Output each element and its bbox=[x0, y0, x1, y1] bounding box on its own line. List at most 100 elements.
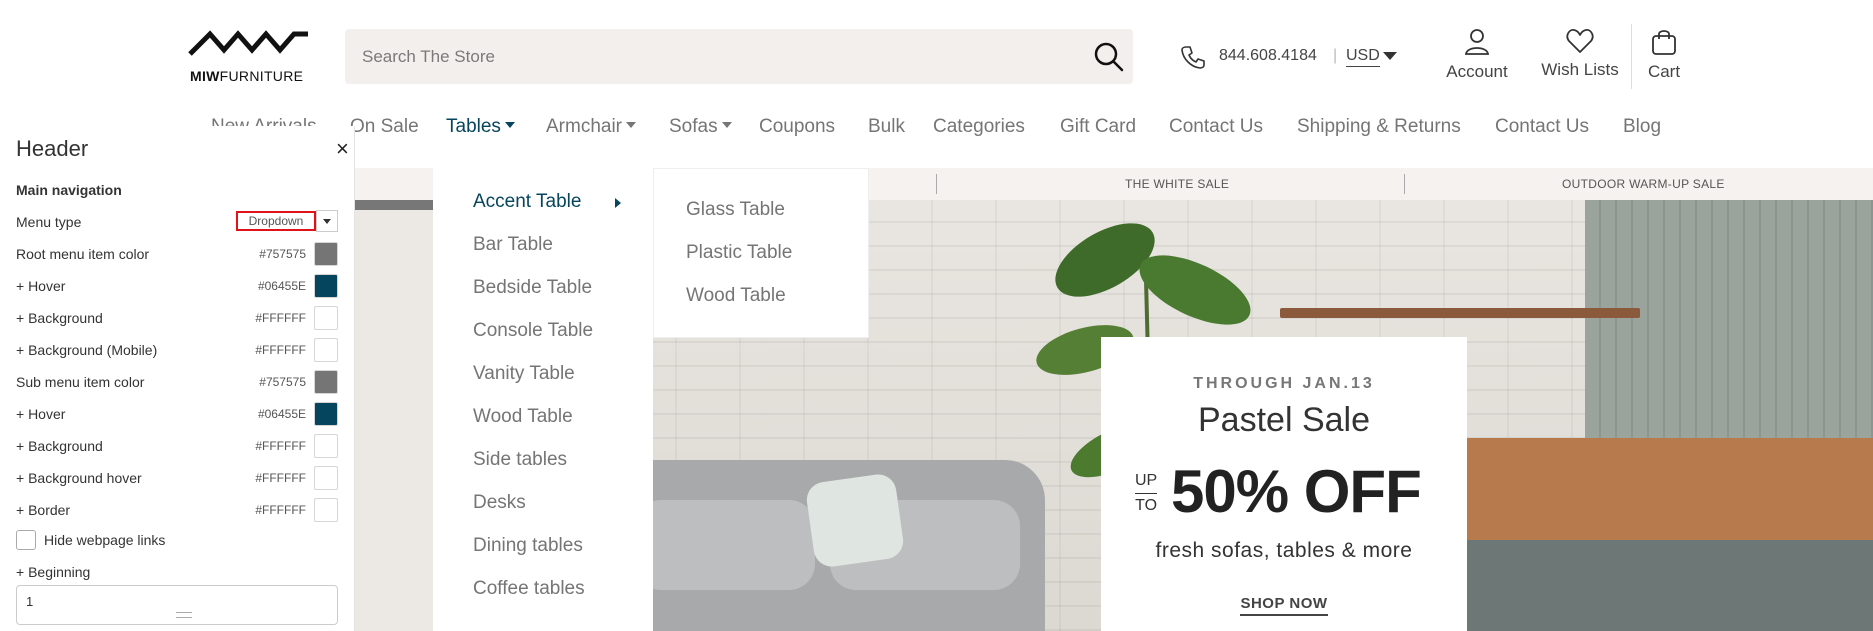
promo-divider bbox=[936, 174, 937, 194]
color-hex: #06455E bbox=[257, 279, 306, 293]
nav-item-categories[interactable]: Categories bbox=[933, 116, 1025, 138]
color-swatch[interactable] bbox=[314, 402, 338, 426]
chevron-down-icon bbox=[504, 121, 515, 128]
cart-divider bbox=[1631, 24, 1632, 89]
account-link[interactable]: Account bbox=[1440, 28, 1514, 82]
beginning-input[interactable]: 1 bbox=[16, 585, 338, 625]
color-row: + Hover #06455E bbox=[16, 402, 338, 426]
bag-icon bbox=[1652, 30, 1676, 55]
shop-now-button[interactable]: SHOP NOW bbox=[1101, 595, 1467, 616]
color-row: + Background (Mobile) #FFFFFF bbox=[16, 338, 338, 362]
dropdown-item-side-tables[interactable]: Side tables bbox=[473, 449, 567, 471]
dropdown-item-desks[interactable]: Desks bbox=[473, 492, 526, 514]
tables-dropdown: Accent Table Bar Table Bedside Table Con… bbox=[433, 168, 653, 631]
dropdown-item-bar-table[interactable]: Bar Table bbox=[473, 234, 553, 256]
nav-item-blog[interactable]: Blog bbox=[1623, 116, 1661, 138]
color-row: + Background hover #FFFFFF bbox=[16, 466, 338, 490]
promo-white-sale[interactable]: THE WHITE SALE bbox=[1125, 177, 1229, 191]
hero-backdrop-trim bbox=[355, 200, 435, 210]
search-icon[interactable] bbox=[1093, 41, 1125, 73]
search-input[interactable]: Search The Store bbox=[362, 47, 495, 67]
beginning-row: + Beginning bbox=[16, 560, 338, 584]
nav-item-sofas[interactable]: Sofas bbox=[669, 116, 732, 138]
dropdown-item-wood-table[interactable]: Wood Table bbox=[473, 406, 573, 428]
color-swatch[interactable] bbox=[314, 434, 338, 458]
color-row-label: + Background bbox=[16, 438, 103, 454]
dropdown-item-coffee-tables[interactable]: Coffee tables bbox=[473, 578, 585, 600]
color-row: + Background #FFFFFF bbox=[16, 306, 338, 330]
dropdown-item-dining-tables[interactable]: Dining tables bbox=[473, 535, 583, 557]
cart-label: Cart bbox=[1647, 62, 1681, 81]
color-swatch[interactable] bbox=[314, 466, 338, 490]
menu-type-select[interactable]: Dropdown bbox=[236, 211, 316, 231]
promo-divider bbox=[1404, 174, 1405, 194]
hero-table bbox=[1465, 540, 1873, 631]
section-heading: Main navigation bbox=[16, 182, 122, 198]
color-row-label: + Hover bbox=[16, 406, 66, 422]
close-icon[interactable]: × bbox=[336, 136, 349, 162]
resize-handle-icon[interactable] bbox=[176, 612, 192, 618]
color-row: + Background #FFFFFF bbox=[16, 434, 338, 458]
color-hex: #757575 bbox=[259, 375, 306, 389]
color-row: + Border #FFFFFF bbox=[16, 498, 338, 522]
color-swatch[interactable] bbox=[314, 498, 338, 522]
menu-type-row: Menu type Dropdown bbox=[16, 210, 338, 234]
color-swatch[interactable] bbox=[314, 242, 338, 266]
menu-type-label: Menu type bbox=[16, 214, 82, 230]
logo-text: MIWFURNITURE bbox=[190, 68, 304, 84]
chevron-down-icon[interactable] bbox=[1383, 52, 1397, 60]
logo-mark-icon bbox=[188, 30, 308, 56]
wishlist-link[interactable]: Wish Lists bbox=[1536, 28, 1624, 80]
dropdown-item-console-table[interactable]: Console Table bbox=[473, 320, 593, 342]
currency-selector[interactable]: USD bbox=[1346, 47, 1380, 67]
theme-editor-panel: Header × Main navigation Menu type Dropd… bbox=[0, 126, 355, 631]
nav-item-contact-us[interactable]: Contact Us bbox=[1169, 116, 1263, 138]
color-row: Sub menu item color #757575 bbox=[16, 370, 338, 394]
color-hex: #06455E bbox=[257, 407, 306, 421]
chevron-down-icon bbox=[721, 121, 732, 128]
nav-item-on-sale[interactable]: On Sale bbox=[350, 116, 419, 138]
color-swatch[interactable] bbox=[314, 338, 338, 362]
hide-links-checkbox[interactable] bbox=[16, 530, 36, 550]
panel-title: Header bbox=[16, 136, 89, 161]
store-logo[interactable]: MIWFURNITURE bbox=[188, 30, 312, 86]
account-icon bbox=[1464, 29, 1490, 55]
color-swatch[interactable] bbox=[314, 306, 338, 330]
color-row-label: Root menu item color bbox=[16, 246, 150, 262]
submenu-item-glass-table[interactable]: Glass Table bbox=[686, 199, 785, 221]
chevron-right-icon bbox=[615, 198, 621, 208]
nav-item-shipping-returns[interactable]: Shipping & Returns bbox=[1297, 116, 1461, 138]
search-bar[interactable]: Search The Store bbox=[345, 29, 1133, 84]
phone-number[interactable]: 844.608.4184 bbox=[1219, 47, 1317, 65]
nav-item-armchair[interactable]: Armchair bbox=[546, 116, 637, 138]
sale-title: Pastel Sale bbox=[1198, 401, 1370, 439]
submenu-item-plastic-table[interactable]: Plastic Table bbox=[686, 242, 792, 264]
pillow-white bbox=[804, 472, 906, 569]
color-swatch[interactable] bbox=[314, 370, 338, 394]
color-hex: #FFFFFF bbox=[255, 503, 306, 517]
nav-item-tables[interactable]: Tables bbox=[446, 116, 515, 138]
color-row-label: + Hover bbox=[16, 278, 66, 294]
nav-item-coupons[interactable]: Coupons bbox=[759, 116, 835, 138]
hide-links-row: Hide webpage links bbox=[16, 528, 338, 552]
chevron-down-icon[interactable] bbox=[316, 210, 338, 232]
promo-outdoor-sale[interactable]: OUTDOOR WARM-UP SALE bbox=[1562, 177, 1725, 191]
dropdown-item-vanity-table[interactable]: Vanity Table bbox=[473, 363, 575, 385]
sofa-cushion bbox=[635, 500, 815, 590]
color-row: + Hover #06455E bbox=[16, 274, 338, 298]
nav-item-gift-card[interactable]: Gift Card bbox=[1060, 116, 1136, 138]
submenu-item-wood-table[interactable]: Wood Table bbox=[686, 285, 786, 307]
sale-date: THROUGH JAN.13 bbox=[1193, 375, 1375, 392]
color-hex: #757575 bbox=[259, 247, 306, 261]
sale-card: THROUGH JAN.13 Pastel Sale UP TO 50% OFF… bbox=[1101, 337, 1467, 631]
color-row-label: Sub menu item color bbox=[16, 374, 145, 390]
sale-percent: 50% OFF bbox=[1171, 458, 1422, 525]
phone-icon bbox=[1181, 46, 1205, 69]
cart-link[interactable]: Cart bbox=[1640, 28, 1688, 82]
dropdown-item-accent-table[interactable]: Accent Table bbox=[473, 191, 581, 213]
dropdown-item-bedside-table[interactable]: Bedside Table bbox=[473, 277, 592, 299]
nav-item-bulk[interactable]: Bulk bbox=[868, 116, 905, 138]
color-swatch[interactable] bbox=[314, 274, 338, 298]
nav-item-contact-us-2[interactable]: Contact Us bbox=[1495, 116, 1589, 138]
color-row: Root menu item color #757575 bbox=[16, 242, 338, 266]
